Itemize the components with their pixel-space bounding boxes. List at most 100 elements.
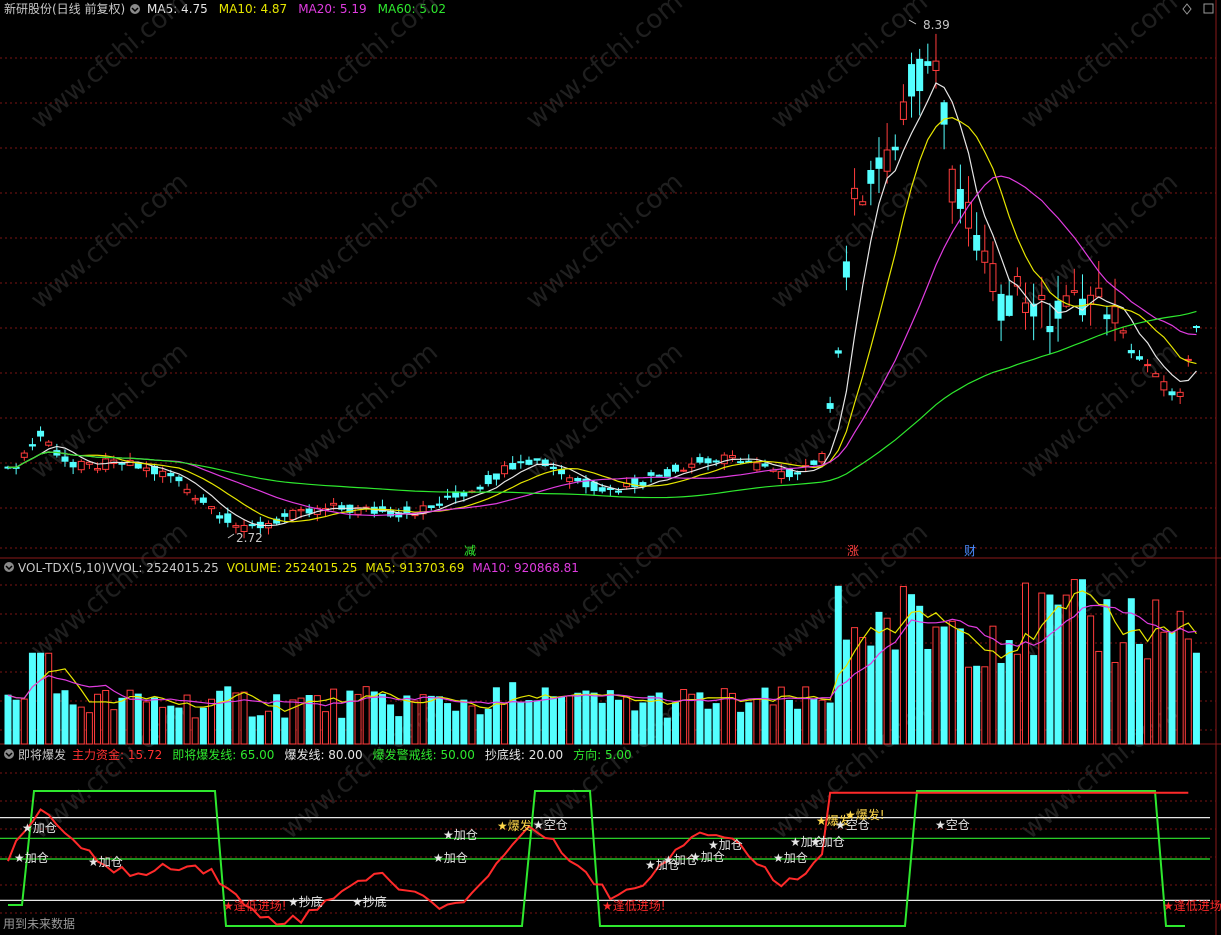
diamond-icon[interactable] (1182, 3, 1192, 15)
candle-body (1046, 325, 1054, 333)
volume-bar (956, 628, 964, 745)
candle-body (142, 467, 150, 472)
volume-bar (346, 690, 354, 745)
volume-bar (191, 717, 199, 745)
volume-bar (525, 700, 533, 745)
volume-bar (598, 702, 606, 745)
signal-label: ★逢低进场! (1163, 899, 1221, 913)
indicator-value: MA20: 5.19 (298, 2, 366, 16)
candle-body (867, 169, 875, 184)
candle-body (517, 461, 525, 464)
volume-bar (745, 702, 753, 745)
candle-body (737, 461, 745, 464)
event-marker[interactable]: 涨 (847, 543, 859, 558)
volume-bar (20, 698, 28, 745)
candle-body (549, 466, 557, 470)
candle-body (842, 261, 850, 278)
volume-bar (12, 699, 20, 745)
volume-bar (940, 626, 948, 745)
volume-bar (338, 717, 346, 745)
volume-bar (37, 652, 45, 745)
signal-label: ★加仓 (88, 855, 123, 869)
candle-body (761, 463, 769, 467)
candle-body (1005, 295, 1013, 316)
volume-bar (509, 682, 517, 745)
candle-body (232, 525, 240, 528)
volume-bar (631, 710, 639, 745)
watermark-text: www.cfchi.com (1015, 0, 1184, 135)
candle-body (989, 263, 997, 293)
volume-bar (566, 695, 574, 745)
volume-bar (435, 696, 443, 745)
candle-body (427, 505, 435, 508)
main-settings-icon[interactable] (130, 4, 140, 14)
candle-body (509, 462, 517, 470)
volume-bar (720, 688, 728, 745)
volume-bar (110, 709, 118, 745)
volume-bar (590, 692, 598, 745)
volume-bar (411, 700, 419, 745)
candle-body (973, 235, 981, 251)
volume-bar (1038, 592, 1046, 745)
volume-bar (1078, 579, 1086, 745)
volume-settings-icon[interactable] (4, 562, 14, 572)
volume-bar (908, 594, 916, 745)
watermark-text: www.cfchi.com (275, 337, 444, 485)
volume-bar (321, 711, 329, 745)
volume-bar (989, 625, 997, 745)
candle-body (330, 502, 338, 506)
volume-bar (1168, 632, 1176, 745)
candle-body (647, 472, 655, 476)
volume-bar (680, 689, 688, 745)
square-icon[interactable] (1203, 3, 1214, 14)
volume-bar (639, 702, 647, 745)
event-marker[interactable]: 减 (464, 544, 476, 558)
signal-label: ★加仓 (14, 851, 49, 865)
candle-body (1119, 330, 1127, 334)
candle-body (1192, 326, 1200, 329)
window-controls[interactable] (1182, 3, 1214, 15)
volume-bar (549, 696, 557, 745)
volume-bar (1046, 594, 1054, 745)
volume-indicator-name: VOL-TDX(5,10) (18, 561, 106, 575)
event-marker[interactable]: 财 (964, 544, 976, 558)
candle-body (61, 456, 69, 462)
volume-bar (981, 666, 989, 745)
volume-bar (574, 692, 582, 745)
volume-bar (4, 694, 12, 745)
volume-bar (842, 639, 850, 745)
watermark-text: www.cfchi.com (520, 167, 689, 315)
candle-body (1168, 391, 1176, 396)
candle-body (1022, 302, 1029, 313)
volume-bar (810, 698, 818, 745)
candle-body (981, 250, 989, 263)
volume-bar (1103, 599, 1111, 745)
candle-body (777, 471, 785, 479)
candle-body (460, 492, 468, 497)
candle-body (191, 497, 199, 501)
watermark-text: www.cfchi.com (25, 167, 194, 315)
volume-bar (1184, 638, 1192, 745)
candle-body (525, 459, 533, 465)
candle-body (1103, 314, 1111, 320)
volume-bar (899, 586, 907, 745)
volume-bar (1152, 599, 1160, 745)
volume-bar (671, 702, 679, 745)
volume-bar (688, 693, 696, 745)
volume-bar (582, 690, 590, 745)
volume-bar (256, 715, 264, 745)
signal-settings-icon[interactable] (4, 749, 14, 759)
volume-bar (199, 707, 207, 745)
candle-body (476, 486, 484, 490)
candle-body (810, 460, 818, 465)
volume-bar (1030, 655, 1038, 745)
candle-body (248, 524, 256, 527)
volume-bar (53, 693, 61, 745)
watermark-text: www.cfchi.com (765, 337, 934, 485)
stock-chart: 新研股份(日线 前复权) MA5: 4.75 MA10: 4.87 MA20: 5.… (0, 0, 1221, 935)
indicator-value: 爆发警戒线: 50.00 (373, 747, 475, 762)
candle-body (435, 503, 443, 506)
volume-bar (932, 626, 940, 745)
candle-body (680, 469, 688, 472)
watermark-text: www.cfchi.com (275, 0, 444, 135)
